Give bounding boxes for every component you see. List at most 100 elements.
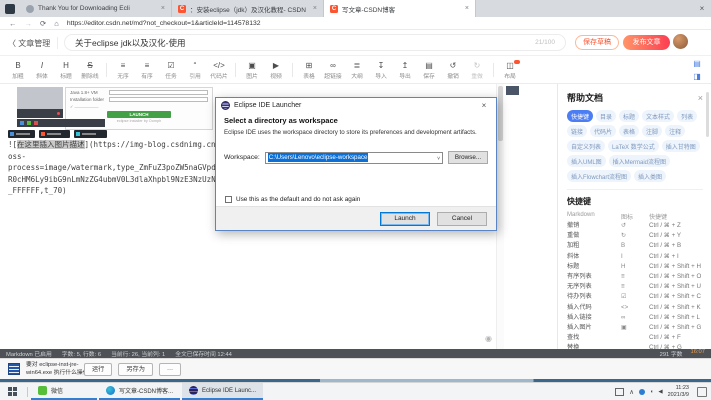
toolbar-超链接[interactable]: ∞超链接 [321, 60, 345, 80]
action-center-icon[interactable] [697, 387, 707, 397]
toolbar-导出[interactable]: ↥导出 [393, 60, 417, 80]
installer-launch-button: LAUNCH [107, 111, 171, 118]
start-button[interactable] [0, 383, 24, 400]
back-to-articles-link[interactable]: 〈 文章管理 [8, 38, 50, 49]
network-icon[interactable]: ◖ [650, 389, 653, 395]
toolbar-布局[interactable]: ◫布局 [498, 60, 522, 80]
toolbar-重做[interactable]: ↻重做 [465, 60, 489, 80]
大纲-icon: ≣ [345, 60, 369, 71]
avatar[interactable] [673, 34, 688, 49]
taskbar-item-wechat[interactable]: 微信 [31, 383, 97, 400]
pasted-screenshot-thumbnail [17, 87, 63, 118]
toolbar-加粗[interactable]: B加粗 [6, 60, 30, 80]
eclipse-launcher-dialog: Eclipse IDE Launcher × Select a director… [215, 97, 497, 231]
chevron-down-icon[interactable]: ˅ [437, 156, 440, 162]
preview-toggle-icon[interactable]: ◨ [690, 71, 704, 82]
help-tag-自定义列表[interactable]: 自定义列表 [567, 140, 605, 152]
toolbar-视频[interactable]: ▶视频 [264, 60, 288, 80]
dialog-close-icon[interactable]: × [477, 101, 491, 110]
scrollbar-thumb[interactable] [498, 86, 503, 141]
shortcut-icon: ↻ [621, 231, 649, 241]
status-right: 291 字数16:07 [660, 349, 705, 358]
toolbar-图片[interactable]: ▣图片 [240, 60, 264, 80]
download-button-···[interactable]: ··· [159, 363, 181, 376]
toolbar-代码片[interactable]: </>代码片 [207, 60, 231, 80]
help-panel-scrollbar[interactable] [706, 92, 709, 137]
touch-keyboard-icon[interactable] [615, 388, 624, 396]
shortcut-icon: B [621, 241, 649, 251]
default-checkbox-row[interactable]: Use this as the default and do not ask a… [225, 196, 360, 203]
help-close-icon[interactable]: × [698, 93, 703, 103]
删除线-icon: S [78, 60, 102, 71]
toolbar-导入[interactable]: ↧导入 [369, 60, 393, 80]
article-title-input[interactable]: 关于eclipse jdk以及汉化-使用 21/100 [64, 34, 566, 51]
volume-icon[interactable]: ◀ [658, 389, 662, 395]
download-button-运行[interactable]: 运行 [84, 363, 112, 376]
toolbar-无序[interactable]: ≡无序 [111, 60, 135, 80]
installer-checkline: ✓ —————— [70, 104, 208, 109]
help-tag-快捷键[interactable]: 快捷键 [567, 110, 593, 122]
help-tag-插入Mermaid流程图[interactable]: 插入Mermaid流程图 [609, 155, 670, 167]
shortcut-row: 有序列表≡Ctrl / ⌘ + Shift + O [567, 272, 703, 282]
toolbar-标题[interactable]: H标题 [54, 60, 78, 80]
status-token: Markdown 已启用 [6, 349, 52, 358]
help-tag-代码片[interactable]: 代码片 [590, 125, 616, 137]
url-text[interactable]: https://editor.csdn.net/md?not_checkout=… [67, 20, 261, 27]
editor-scrollbar[interactable] [496, 84, 504, 349]
toolbar-引用[interactable]: “引用 [183, 60, 207, 80]
checkbox[interactable] [225, 196, 232, 203]
help-tag-链接[interactable]: 链接 [567, 125, 587, 137]
forward-icon[interactable]: → [25, 19, 33, 28]
refresh-icon[interactable]: ⟳ [40, 19, 46, 28]
toolbar-保存[interactable]: ▤保存 [417, 60, 441, 80]
help-divider [567, 189, 703, 190]
toolbar-表格[interactable]: ⊞表格 [297, 60, 321, 80]
toolbar-label: 斜体 [30, 71, 54, 80]
taskbar-clock[interactable]: 11:23 2021/3/9 [668, 385, 689, 398]
help-tag-标题[interactable]: 标题 [619, 110, 639, 122]
help-tag-注脚[interactable]: 注脚 [642, 125, 662, 137]
shortcuts-title: 快捷键 [567, 196, 703, 207]
browser-tab-3[interactable]: C写文章-CSDN博客× [324, 0, 476, 17]
help-tag-插入类图[interactable]: 插入类图 [634, 170, 666, 182]
help-tag-插入甘特图[interactable]: 插入甘特图 [662, 140, 700, 152]
tab-close-icon[interactable]: × [313, 5, 317, 12]
help-tag-插入Flowchart流程图[interactable]: 插入Flowchart流程图 [567, 170, 631, 182]
publish-button[interactable]: 发布文章 [623, 35, 670, 50]
browse-button[interactable]: Browse... [448, 151, 488, 164]
toolbar-删除线[interactable]: S删除线 [78, 60, 102, 80]
shortcut-row: 无序列表≡Ctrl / ⌘ + Shift + U [567, 282, 703, 292]
cancel-button[interactable]: Cancel [437, 212, 487, 226]
help-tag-LaTeX 数学公式[interactable]: LaTeX 数学公式 [608, 140, 659, 152]
launch-button[interactable]: Launch [380, 212, 430, 226]
shortcut-name: 待办列表 [567, 292, 621, 302]
help-tag-插入UML图[interactable]: 插入UML图 [567, 155, 606, 167]
tray-app-icon[interactable] [639, 389, 645, 395]
taskbar-item-eclipse[interactable]: Eclipse IDE Launc... [182, 383, 263, 400]
taskbar-item-edge[interactable]: 写文章-CSDN博客... [99, 383, 180, 400]
tray-chevron-icon[interactable]: ∧ [629, 388, 634, 396]
workspace-combobox[interactable]: C:\Users\Lenovo\eclipse-workspace ˅ [265, 152, 443, 164]
tab-list-button[interactable] [0, 0, 20, 17]
dialog-titlebar[interactable]: Eclipse IDE Launcher × [216, 98, 496, 113]
scroll-top-icon[interactable]: ◉ [485, 334, 492, 343]
help-tag-表格[interactable]: 表格 [619, 125, 639, 137]
help-tag-文本样式[interactable]: 文本样式 [642, 110, 674, 122]
toolbar-撤销[interactable]: ↺撤销 [441, 60, 465, 80]
toolbar-有序[interactable]: ≡有序 [135, 60, 159, 80]
toolbar-大纲[interactable]: ≣大纲 [345, 60, 369, 80]
browser-tab-2[interactable]: C：安装eclipse（jdk）及汉化教程- CSDN× [172, 0, 324, 17]
help-tag-目录[interactable]: 目录 [596, 110, 616, 122]
toolbar-任务[interactable]: ☑任务 [159, 60, 183, 80]
toolbar-斜体[interactable]: I斜体 [30, 60, 54, 80]
window-close-icon[interactable]: × [693, 0, 711, 17]
toc-toggle-icon[interactable]: ▤ [690, 58, 704, 69]
help-tag-列表[interactable]: 列表 [677, 110, 697, 122]
back-icon[interactable]: ← [9, 19, 17, 28]
tab-close-icon[interactable]: × [161, 5, 165, 12]
tab-close-icon[interactable]: × [465, 5, 469, 12]
save-draft-button[interactable]: 保存草稿 [575, 35, 619, 50]
browser-tab-1[interactable]: Thank You for Downloading Ecli× [20, 0, 172, 17]
download-button-另存为[interactable]: 另存为 [118, 363, 153, 376]
help-tag-注释[interactable]: 注释 [665, 125, 685, 137]
